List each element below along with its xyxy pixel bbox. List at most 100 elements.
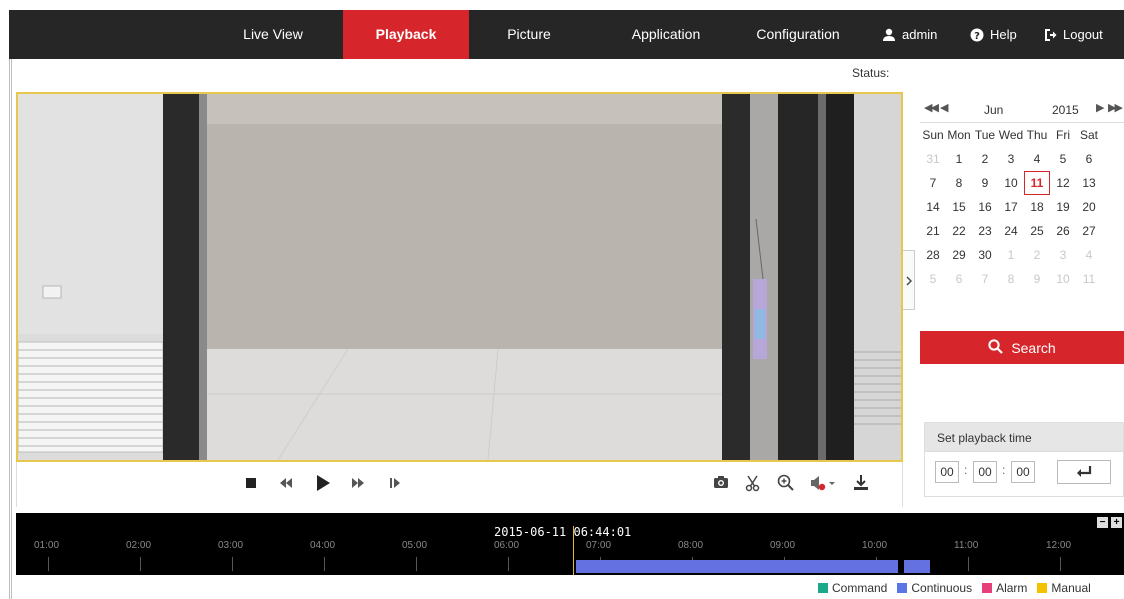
next-month-icon[interactable]: ▶ xyxy=(1096,101,1105,114)
set-playback-time-panel: Set playback time 00 : 00 : 00 xyxy=(924,422,1124,500)
stop-icon[interactable] xyxy=(245,477,257,492)
logout-link[interactable]: Logout xyxy=(1043,10,1103,59)
calendar-day[interactable]: 12 xyxy=(1050,171,1076,195)
timeline-hour-tick xyxy=(968,557,969,571)
calendar-day[interactable]: 28 xyxy=(920,243,946,267)
timeline-hour-label: 07:00 xyxy=(586,540,612,551)
calendar-day[interactable]: 4 xyxy=(1076,243,1102,267)
calendar-day[interactable]: 27 xyxy=(1076,219,1102,243)
chevron-right-icon xyxy=(906,276,912,286)
calendar-day[interactable]: 7 xyxy=(920,171,946,195)
next-year-icon[interactable]: ▶▶ xyxy=(1108,101,1123,114)
help-link[interactable]: ? Help xyxy=(970,10,1017,59)
playback-timeline[interactable]: 2015-06-11 06:44:01 01:00 02:00 03:00 04:00… xyxy=(16,513,1124,575)
calendar-day[interactable]: 8 xyxy=(946,171,972,195)
download-icon[interactable] xyxy=(853,474,869,494)
calendar-day[interactable]: 13 xyxy=(1076,171,1102,195)
continuous-record-segment[interactable] xyxy=(904,560,930,573)
nav-application[interactable]: Application xyxy=(606,10,726,59)
continuous-record-segment[interactable] xyxy=(576,560,898,573)
nav-playback[interactable]: Playback xyxy=(343,10,469,59)
calendar-day[interactable]: 14 xyxy=(920,195,946,219)
time-separator: : xyxy=(1002,463,1006,477)
calendar-day[interactable]: 9 xyxy=(1024,267,1050,291)
calendar-day[interactable]: 29 xyxy=(946,243,972,267)
calendar-day[interactable]: 10 xyxy=(998,171,1024,195)
calendar-day[interactable]: 31 xyxy=(920,147,946,171)
calendar-day[interactable]: 24 xyxy=(998,219,1024,243)
calendar-day[interactable]: 6 xyxy=(1076,147,1102,171)
go-to-time-button[interactable] xyxy=(1057,460,1111,484)
calendar-month[interactable]: Jun xyxy=(984,103,1003,117)
calendar-day[interactable]: 3 xyxy=(998,147,1024,171)
timeline-hour-tick xyxy=(1060,557,1061,571)
timeline-zoom-in-button[interactable]: + xyxy=(1111,517,1122,528)
enter-icon xyxy=(1077,466,1092,477)
play-icon[interactable] xyxy=(315,474,331,495)
help-icon: ? xyxy=(970,28,984,42)
calendar-week-row: 7 8 9 10 11 12 13 xyxy=(920,171,1124,195)
calendar-day[interactable]: 6 xyxy=(946,267,972,291)
calendar-day[interactable]: 4 xyxy=(1024,147,1050,171)
video-player[interactable] xyxy=(16,92,903,462)
calendar-day[interactable]: 18 xyxy=(1024,195,1050,219)
timeline-hour-label: 03:00 xyxy=(218,540,244,551)
calendar-day[interactable]: 17 xyxy=(998,195,1024,219)
timeline-hour-tick xyxy=(416,557,417,571)
calendar-day[interactable]: 5 xyxy=(1050,147,1076,171)
nav-configuration[interactable]: Configuration xyxy=(733,10,863,59)
user-menu[interactable]: admin xyxy=(882,10,937,59)
nav-picture[interactable]: Picture xyxy=(479,10,579,59)
search-button[interactable]: Search xyxy=(920,331,1124,364)
weekday-label: Mon xyxy=(947,128,971,142)
prev-year-icon[interactable]: ◀◀ xyxy=(924,101,939,114)
user-icon xyxy=(882,28,896,42)
playback-time-inputs: 00 : 00 : 00 xyxy=(924,452,1124,497)
timeline-hour-label: 09:00 xyxy=(770,540,796,551)
set-playback-time-title: Set playback time xyxy=(924,422,1124,452)
prev-month-icon[interactable]: ◀ xyxy=(940,101,949,114)
legend-swatch xyxy=(982,583,993,593)
calendar-day[interactable]: 16 xyxy=(972,195,998,219)
calendar-day[interactable]: 2 xyxy=(972,147,998,171)
capture-icon[interactable] xyxy=(713,475,729,492)
calendar-day[interactable]: 11 xyxy=(1076,267,1102,291)
fast-forward-icon[interactable] xyxy=(351,477,365,492)
calendar-day[interactable]: 21 xyxy=(920,219,946,243)
rewind-icon[interactable] xyxy=(279,477,293,492)
calendar-day[interactable]: 3 xyxy=(1050,243,1076,267)
calendar-day[interactable]: 1 xyxy=(946,147,972,171)
calendar-collapse-handle[interactable] xyxy=(903,250,915,310)
second-input[interactable]: 00 xyxy=(1011,461,1035,483)
clip-icon[interactable] xyxy=(745,474,761,495)
calendar-day[interactable]: 11 xyxy=(1024,171,1050,195)
weekday-label: Tue xyxy=(974,128,996,142)
calendar-day[interactable]: 2 xyxy=(1024,243,1050,267)
calendar-year[interactable]: 2015 xyxy=(1052,103,1079,117)
calendar-day[interactable]: 30 xyxy=(972,243,998,267)
calendar-day[interactable]: 25 xyxy=(1024,219,1050,243)
calendar-day[interactable]: 5 xyxy=(920,267,946,291)
timeline-zoom-out-button[interactable]: − xyxy=(1097,517,1108,528)
calendar-day[interactable]: 22 xyxy=(946,219,972,243)
nav-live-view[interactable]: Live View xyxy=(218,10,328,59)
calendar-day[interactable]: 19 xyxy=(1050,195,1076,219)
calendar-day[interactable]: 20 xyxy=(1076,195,1102,219)
timeline-cursor[interactable] xyxy=(573,526,574,575)
calendar-day[interactable]: 15 xyxy=(946,195,972,219)
username: admin xyxy=(902,27,938,42)
hour-input[interactable]: 00 xyxy=(935,461,959,483)
audio-icon[interactable] xyxy=(810,475,836,494)
calendar-day[interactable]: 23 xyxy=(972,219,998,243)
minute-input[interactable]: 00 xyxy=(973,461,997,483)
calendar-day[interactable]: 10 xyxy=(1050,267,1076,291)
calendar-day[interactable]: 7 xyxy=(972,267,998,291)
calendar-day[interactable]: 9 xyxy=(972,171,998,195)
digital-zoom-icon[interactable] xyxy=(777,474,794,494)
weekday-label: Fri xyxy=(1056,128,1070,142)
calendar-day[interactable]: 1 xyxy=(998,243,1024,267)
single-frame-icon[interactable] xyxy=(389,477,401,492)
legend-item: Continuous xyxy=(897,581,972,595)
calendar-day[interactable]: 26 xyxy=(1050,219,1076,243)
calendar-day[interactable]: 8 xyxy=(998,267,1024,291)
